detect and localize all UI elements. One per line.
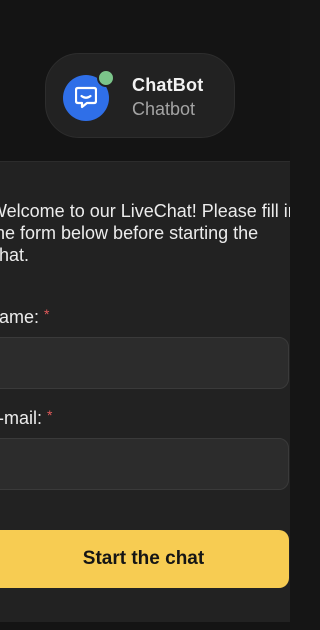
- required-asterisk: *: [44, 306, 50, 322]
- name-field[interactable]: [0, 337, 289, 389]
- bot-header-card: ChatBot Chatbot: [45, 53, 235, 138]
- email-label: E-mail:*: [0, 407, 52, 429]
- prechat-form: Welcome to our LiveChat! Please fill in …: [0, 161, 290, 622]
- required-asterisk: *: [47, 407, 53, 423]
- name-label-text: Name:: [0, 307, 40, 327]
- name-label: Name:*: [0, 306, 49, 328]
- bot-name: ChatBot: [132, 75, 204, 95]
- start-chat-button[interactable]: Start the chat: [0, 530, 289, 588]
- welcome-message: Welcome to our LiveChat! Please fill in …: [0, 201, 290, 265]
- bot-subtitle: Chatbot: [132, 99, 196, 119]
- email-label-text: E-mail:: [0, 408, 43, 428]
- chat-bubble-icon: [75, 86, 97, 109]
- online-status-dot: [97, 69, 115, 87]
- email-field[interactable]: [0, 438, 289, 490]
- chat-widget: ChatBot Chatbot Welcome to our LiveChat!…: [0, 0, 290, 630]
